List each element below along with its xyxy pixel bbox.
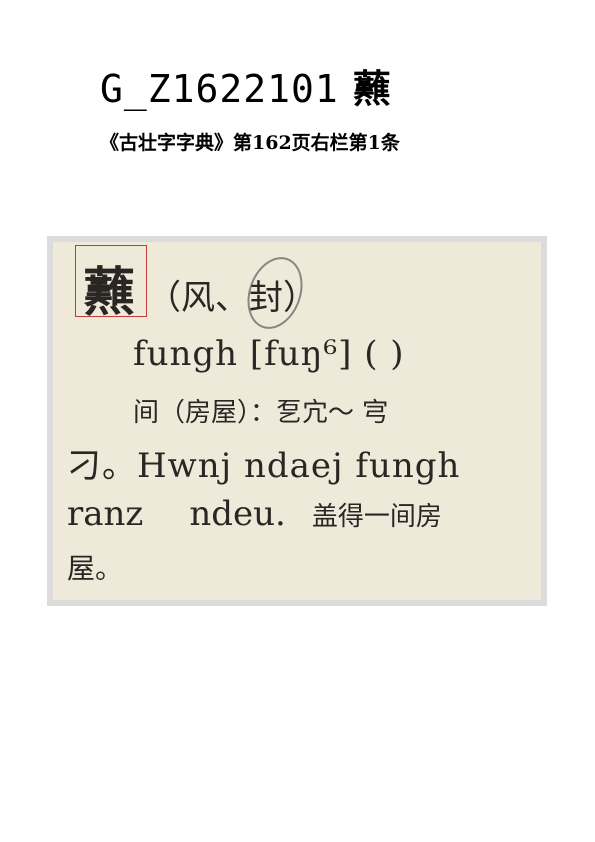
entry-code: G_Z1622101: [100, 67, 339, 111]
example-line-2: ranz ndeu. 盖得一间房: [67, 494, 442, 534]
components: （风、封）: [147, 278, 317, 318]
example-word-ranz: ranz: [67, 494, 144, 534]
example-word-ndeu: ndeu.: [189, 494, 286, 534]
dictionary-scan-image: 䖄 （风、封） fungh [fuŋ⁶] ( ) 间（房屋）：乭宂～ 宆 刁。H…: [47, 236, 547, 606]
source-reference: 《古壮字字典》第162页右栏第1条: [100, 132, 400, 154]
headword: 䖄: [83, 262, 136, 323]
scan-paper: 䖄 （风、封） fungh [fuŋ⁶] ( ) 间（房屋）：乭宂～ 宆 刁。H…: [53, 242, 541, 600]
translation: 盖得一间房: [311, 502, 442, 532]
example-line-1: 刁。Hwnj ndaej fungh: [67, 446, 461, 486]
romanization: fungh [fuŋ⁶] ( ): [133, 334, 405, 374]
translation-end: 屋。: [67, 552, 124, 585]
entry-character: 䖄: [352, 66, 392, 111]
entry-code-title: G_Z1622101 䖄: [100, 58, 392, 113]
definition: 间（房屋）：乭宂～ 宆: [133, 398, 389, 428]
